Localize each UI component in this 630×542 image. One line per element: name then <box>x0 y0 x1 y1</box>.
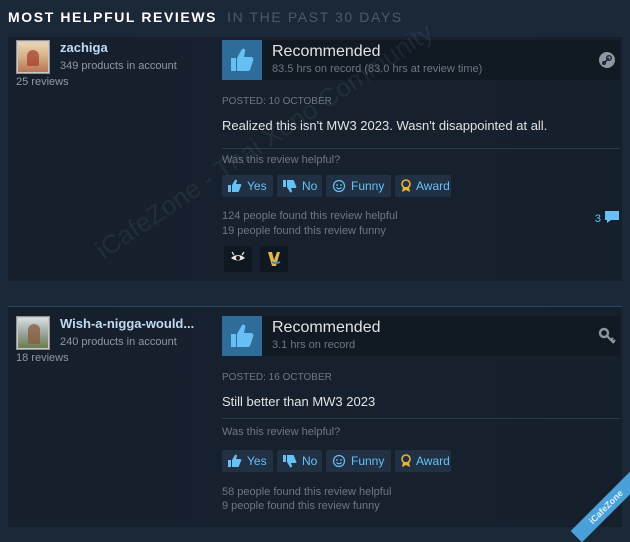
vote-yes-label: Yes <box>247 179 267 193</box>
review-verdict[interactable]: Recommended <box>272 319 381 337</box>
author-products[interactable]: 240 products in account <box>60 336 177 348</box>
review-card: Wish-a-nigga-would... 240 products in ac… <box>8 306 622 527</box>
divider <box>222 148 620 149</box>
funny-count: 9 people found this review funny <box>222 500 380 512</box>
author-review-count[interactable]: 18 reviews <box>16 352 69 364</box>
avatar[interactable] <box>16 40 50 74</box>
section-subtitle: In the past 30 days <box>227 9 403 25</box>
vote-yes-label: Yes <box>247 454 267 468</box>
helpful-count: 124 people found this review helpful <box>222 210 398 222</box>
review-content: Recommended 83.5 hrs on record (83.0 hrs… <box>222 40 620 80</box>
author-name[interactable]: zachiga <box>60 40 108 55</box>
hours-on-record: 3.1 hrs on record <box>272 339 355 351</box>
thumbs-down-icon <box>282 454 298 468</box>
author-review-count[interactable]: 25 reviews <box>16 76 69 88</box>
avatar[interactable] <box>16 316 50 350</box>
review-verdict[interactable]: Recommended <box>272 43 381 61</box>
award-button[interactable]: Award <box>395 450 451 472</box>
thumbs-up-icon <box>222 40 262 80</box>
award-badge-icon[interactable] <box>260 246 288 272</box>
section-header: Most Helpful Reviews In the past 30 days <box>8 9 403 25</box>
posted-date: Posted: 10 October <box>222 96 332 107</box>
vote-funny-button[interactable]: Funny <box>326 450 391 472</box>
funny-count: 19 people found this review funny <box>222 225 386 237</box>
review-card: zachiga 349 products in account 25 revie… <box>8 37 622 281</box>
posted-date: Posted: 16 October <box>222 372 332 383</box>
vote-funny-label: Funny <box>351 454 384 468</box>
thumbs-down-icon <box>282 179 298 193</box>
thumbs-up-icon <box>227 179 243 193</box>
award-label: Award <box>416 179 450 193</box>
award-button[interactable]: Award <box>395 175 451 197</box>
section-title: Most Helpful Reviews <box>8 9 217 25</box>
award-label: Award <box>416 454 450 468</box>
vote-no-button[interactable]: No <box>277 450 322 472</box>
comment-bubble-icon <box>604 210 620 227</box>
thumbs-up-icon <box>227 454 243 468</box>
helpful-question: Was this review helpful? <box>222 426 340 438</box>
review-content: Recommended 3.1 hrs on record Posted: 16… <box>222 316 620 356</box>
smiley-icon <box>331 179 347 193</box>
steam-logo-icon <box>598 51 616 74</box>
review-text: Still better than MW3 2023 <box>222 394 375 409</box>
award-badge-icon[interactable] <box>224 246 252 272</box>
comment-count: 3 <box>595 213 601 225</box>
vote-yes-button[interactable]: Yes <box>222 450 273 472</box>
helpful-question: Was this review helpful? <box>222 154 340 166</box>
vote-no-label: No <box>302 454 317 468</box>
vote-header[interactable]: Recommended 3.1 hrs on record <box>222 316 620 356</box>
vote-funny-button[interactable]: Funny <box>326 175 391 197</box>
author-products[interactable]: 349 products in account <box>60 60 177 72</box>
review-text: Realized this isn't MW3 2023. Wasn't dis… <box>222 118 547 133</box>
thumbs-up-icon <box>222 316 262 356</box>
helpful-count: 58 people found this review helpful <box>222 486 391 498</box>
vote-header[interactable]: Recommended 83.5 hrs on record (83.0 hrs… <box>222 40 620 80</box>
divider <box>222 418 620 419</box>
award-icon <box>400 454 412 468</box>
vote-no-button[interactable]: No <box>277 175 322 197</box>
smiley-icon <box>331 454 347 468</box>
vote-yes-button[interactable]: Yes <box>222 175 273 197</box>
author-name[interactable]: Wish-a-nigga-would... <box>60 316 194 331</box>
vote-funny-label: Funny <box>351 179 384 193</box>
vote-no-label: No <box>302 179 317 193</box>
key-icon <box>598 327 616 350</box>
award-icon <box>400 179 412 193</box>
comments-link[interactable]: 3 <box>595 210 620 227</box>
hours-on-record: 83.5 hrs on record (83.0 hrs at review t… <box>272 63 482 75</box>
